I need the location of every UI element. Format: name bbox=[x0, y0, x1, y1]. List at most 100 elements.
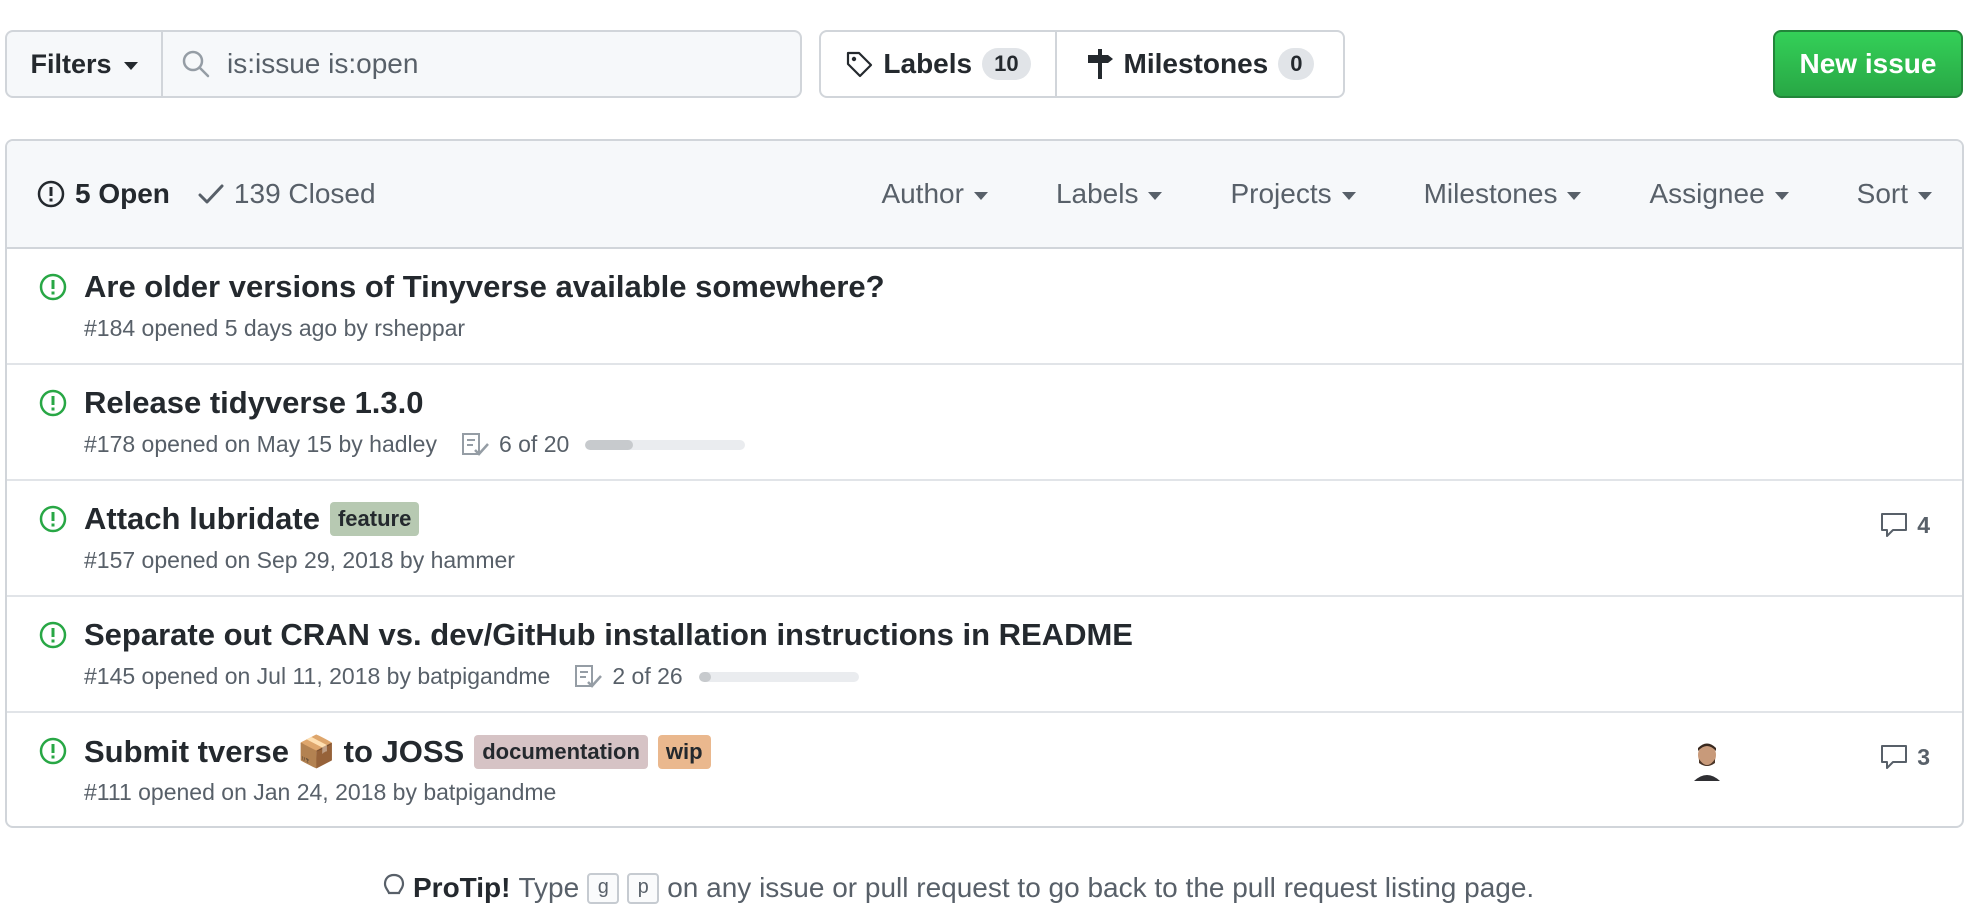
search-box[interactable] bbox=[163, 30, 802, 98]
milestones-button[interactable]: Milestones 0 bbox=[1057, 32, 1343, 96]
issue-meta-text: #178 opened on May 15 by hadley bbox=[84, 431, 437, 457]
label-wip[interactable]: wip bbox=[657, 734, 711, 769]
tag-icon bbox=[847, 51, 873, 78]
milestones-label: Milestones bbox=[1123, 48, 1269, 79]
issue-meta: #184 opened 5 days ago by rsheppar bbox=[84, 315, 465, 342]
chevron-down-icon bbox=[973, 192, 988, 200]
issue-row: Separate out CRAN vs. dev/GitHub install… bbox=[7, 597, 1962, 713]
issue-opened-icon bbox=[39, 737, 67, 765]
issue-meta-text: #184 opened 5 days ago by rsheppar bbox=[84, 315, 466, 341]
chevron-down-icon bbox=[1148, 192, 1163, 200]
issue-opened-icon bbox=[39, 389, 67, 417]
checklist-icon bbox=[575, 664, 603, 688]
issues-toolbar: Filters Labels 10 Milestones bbox=[5, 30, 1963, 98]
issue-row: Release tidyverse 1.3.0 #178 opened on M… bbox=[7, 365, 1962, 481]
milestone-icon bbox=[1087, 49, 1113, 79]
issue-title-link[interactable]: Are older versions of Tinyverse availabl… bbox=[84, 269, 885, 305]
sort-filter[interactable]: Sort bbox=[1857, 178, 1932, 210]
issues-list-box: 5 Open 139 Closed Author Labels Projects… bbox=[5, 139, 1964, 828]
progress-bar bbox=[585, 439, 746, 450]
filters-button[interactable]: Filters bbox=[5, 30, 163, 98]
open-count-label: 5 Open bbox=[75, 178, 170, 209]
search-input[interactable] bbox=[225, 47, 785, 81]
label-documentation[interactable]: documentation bbox=[474, 734, 648, 769]
issue-meta: #111 opened on Jan 24, 2018 by batpigand… bbox=[84, 779, 556, 806]
comments-link[interactable]: 4 bbox=[1879, 511, 1930, 539]
issue-title-link[interactable]: Submit tverse 📦 to JOSS documentation wi… bbox=[84, 733, 711, 770]
open-issues-tab[interactable]: 5 Open bbox=[37, 178, 170, 210]
milestones-count: 0 bbox=[1278, 48, 1315, 80]
issue-meta: #145 opened on Jul 11, 2018 by batpigand… bbox=[84, 663, 859, 690]
search-icon bbox=[182, 50, 210, 78]
issue-title-text-end: to JOSS bbox=[343, 733, 465, 769]
package-emoji: 📦 bbox=[297, 734, 336, 769]
task-progress-text: 2 of 26 bbox=[612, 663, 683, 689]
comment-count: 3 bbox=[1917, 743, 1930, 770]
issue-title-text: Attach lubridate bbox=[84, 501, 320, 536]
filters-label: Filters bbox=[30, 48, 112, 79]
milestones-filter-label: Milestones bbox=[1423, 178, 1558, 209]
author-filter-label: Author bbox=[881, 178, 964, 209]
labels-label: Labels bbox=[883, 48, 973, 79]
chevron-down-icon bbox=[1567, 192, 1582, 200]
new-issue-button[interactable]: New issue bbox=[1773, 30, 1963, 98]
lightbulb-icon bbox=[383, 873, 405, 895]
chevron-down-icon bbox=[1341, 192, 1356, 200]
issue-meta: #178 opened on May 15 by hadley 6 of 20 bbox=[84, 431, 746, 458]
issues-list-header: 5 Open 139 Closed Author Labels Projects… bbox=[7, 141, 1962, 249]
assignee-filter[interactable]: Assignee bbox=[1649, 178, 1789, 210]
issue-opened-icon bbox=[39, 505, 67, 533]
task-progress[interactable]: 2 of 26 bbox=[574, 663, 859, 690]
projects-filter-label: Projects bbox=[1230, 178, 1332, 209]
chevron-down-icon bbox=[123, 62, 138, 70]
progress-bar-fill bbox=[585, 439, 634, 450]
issue-row: Submit tverse 📦 to JOSS documentation wi… bbox=[7, 713, 1962, 826]
filters-search-group: Filters bbox=[5, 30, 802, 98]
kbd-p: p bbox=[627, 872, 660, 904]
labels-milestones-group: Labels 10 Milestones 0 bbox=[819, 30, 1345, 98]
progress-bar bbox=[698, 671, 859, 682]
issue-meta: #157 opened on Sep 29, 2018 by hammer bbox=[84, 547, 515, 574]
issue-title-text: Submit tverse bbox=[84, 733, 290, 769]
issue-opened-icon bbox=[37, 180, 65, 208]
closed-issues-tab[interactable]: 139 Closed bbox=[198, 178, 376, 210]
assignee-filter-label: Assignee bbox=[1649, 178, 1765, 209]
protip-pre: Type bbox=[518, 872, 580, 903]
issue-meta-text: #145 opened on Jul 11, 2018 by batpigand… bbox=[84, 663, 551, 689]
comment-icon bbox=[1881, 745, 1908, 769]
task-progress[interactable]: 6 of 20 bbox=[461, 431, 746, 458]
labels-filter[interactable]: Labels bbox=[1056, 178, 1163, 210]
issue-row: Are older versions of Tinyverse availabl… bbox=[7, 249, 1962, 365]
milestones-filter[interactable]: Milestones bbox=[1424, 178, 1582, 210]
state-toggles: 5 Open 139 Closed bbox=[37, 141, 376, 247]
assignee-avatar[interactable] bbox=[1692, 741, 1722, 781]
sort-filter-label: Sort bbox=[1856, 178, 1908, 209]
protip-post: on any issue or pull request to go back … bbox=[667, 872, 1535, 903]
issue-title-link[interactable]: Release tidyverse 1.3.0 bbox=[84, 385, 424, 421]
issue-opened-icon bbox=[39, 621, 67, 649]
progress-bar-fill bbox=[698, 671, 712, 682]
protip: ProTip! Type g p on any issue or pull re… bbox=[383, 872, 1534, 904]
labels-button[interactable]: Labels 10 bbox=[821, 32, 1057, 96]
chevron-down-icon bbox=[1918, 192, 1932, 200]
comment-count: 4 bbox=[1917, 511, 1930, 538]
issue-title-link[interactable]: Separate out CRAN vs. dev/GitHub install… bbox=[84, 617, 1133, 653]
issue-meta-text: #157 opened on Sep 29, 2018 by hammer bbox=[84, 547, 515, 573]
issue-title-text: Separate out CRAN vs. dev/GitHub install… bbox=[84, 617, 1133, 652]
comment-icon bbox=[1881, 513, 1908, 537]
comments-link[interactable]: 3 bbox=[1879, 743, 1930, 771]
issue-title-text: Release tidyverse 1.3.0 bbox=[84, 385, 424, 420]
chevron-down-icon bbox=[1774, 192, 1789, 200]
issue-row: Attach lubridate feature #157 opened on … bbox=[7, 481, 1962, 597]
author-filter[interactable]: Author bbox=[881, 178, 988, 210]
issue-title-link[interactable]: Attach lubridate feature bbox=[84, 501, 420, 537]
projects-filter[interactable]: Projects bbox=[1230, 178, 1356, 210]
header-filter-menus: Author Labels Projects Milestones Assign… bbox=[813, 141, 1932, 247]
checklist-icon bbox=[461, 432, 489, 456]
issue-opened-icon bbox=[39, 273, 67, 301]
label-feature[interactable]: feature bbox=[329, 502, 420, 536]
closed-count-label: 139 Closed bbox=[233, 178, 376, 209]
issue-title-text: Are older versions of Tinyverse availabl… bbox=[84, 269, 885, 304]
protip-strong: ProTip! bbox=[413, 872, 511, 903]
issue-meta-text: #111 opened on Jan 24, 2018 by batpigand… bbox=[84, 779, 557, 805]
